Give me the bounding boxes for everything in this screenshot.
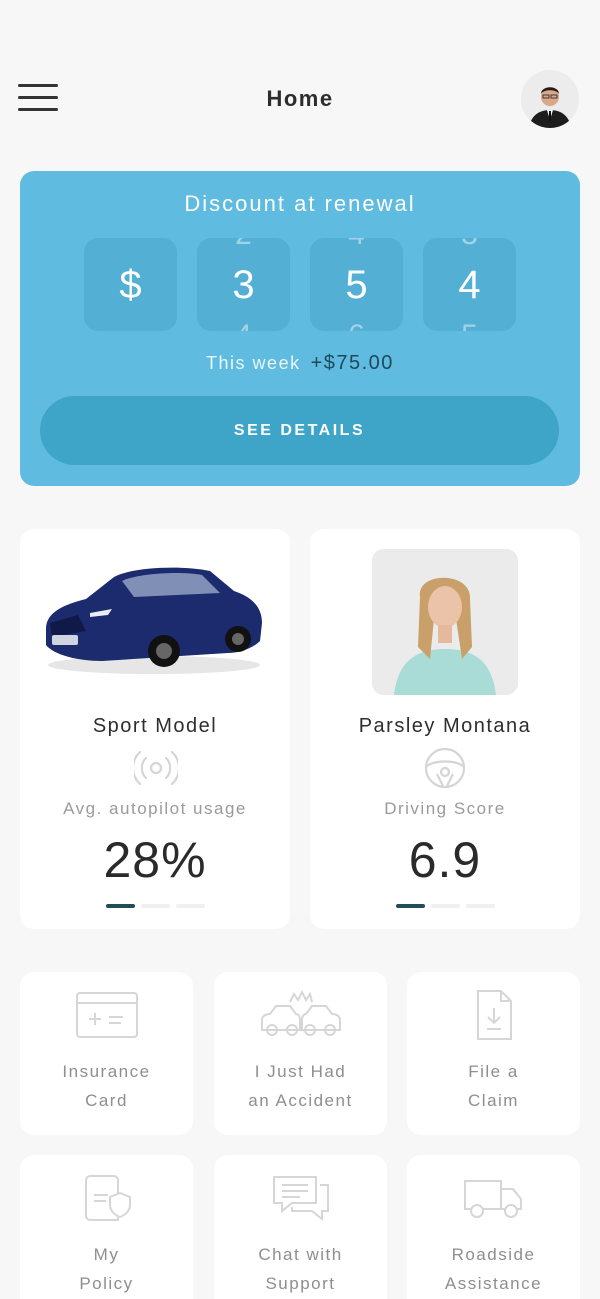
tile-label-line: Roadside [451,1245,536,1264]
stat-label: Avg. autopilot usage [63,799,247,818]
chat-support-tile[interactable]: Chat with Support [214,1155,387,1299]
chat-bubbles-icon [273,1176,329,1222]
steering-wheel-icon [424,747,466,789]
tile-label-line: Chat with [258,1245,343,1264]
tile-label-line: Claim [468,1091,519,1110]
see-details-button[interactable]: SEE DETAILS [40,396,559,465]
week-label: This week [206,353,301,373]
tile-label-line: an Accident [248,1091,353,1110]
tile-label-line: I Just Had [254,1062,347,1081]
digit-value: $ [119,263,142,307]
page-title: Home [266,86,334,111]
pager-dot [431,904,460,908]
vehicle-stat-card[interactable]: Sport Model Avg. autopilot usage 28% [20,529,290,929]
pager-dot-active [396,904,425,908]
tile-label: Insurance Card [20,1057,193,1115]
pager-dot [141,904,170,908]
tile-label-line: Policy [79,1274,134,1293]
tile-label: My Policy [20,1240,193,1298]
digit-value: 4 [458,263,481,307]
digit-below: 6 [310,321,403,332]
insurance-card-tile[interactable]: Insurance Card [20,972,193,1135]
digit-above: 4 [310,238,403,250]
digit-box-currency: $ [84,238,177,331]
pager-dots [396,904,496,908]
pager-dot-active [106,904,135,908]
digit-box-1: 2 3 4 [197,238,290,331]
driver-name: Parsley Montana [358,715,532,737]
digit-value: 3 [232,263,255,307]
digit-box-3: 3 4 5 [423,238,516,331]
stat-label: Driving Score [384,799,506,818]
tile-label-line: Support [265,1274,336,1293]
discount-title: Discount at renewal [184,191,416,216]
policy-shield-icon [85,1175,131,1221]
car-image [46,567,262,674]
week-value: +$75.00 [310,352,394,374]
stat-value: 6.9 [408,832,482,888]
tile-label-line: Insurance [62,1062,151,1081]
digit-above: 2 [197,238,290,250]
tile-label: Chat with Support [214,1240,387,1298]
tile-label-line: Card [85,1091,128,1110]
accident-tile[interactable]: I Just Had an Accident [214,972,387,1135]
discount-card: Discount at renewal $ 2 3 4 4 5 6 3 4 5 … [20,171,580,486]
driver-stat-card[interactable]: Parsley Montana Driving Score 6.9 [310,529,580,929]
vehicle-name: Sport Model [92,715,218,737]
tow-truck-icon [464,1180,522,1218]
digit-above: 3 [423,238,516,250]
app-header: Home [0,0,600,160]
user-avatar[interactable] [521,70,579,128]
my-policy-tile[interactable]: My Policy [20,1155,193,1299]
roadside-assistance-tile[interactable]: Roadside Assistance [407,1155,580,1299]
insurance-card-icon [76,992,138,1038]
autopilot-signal-icon [134,750,178,786]
tile-label: File a Claim [407,1057,580,1115]
file-claim-tile[interactable]: File a Claim [407,972,580,1135]
car-crash-icon [261,990,341,1036]
claim-document-icon [477,990,512,1040]
pager-dots [106,904,206,908]
pager-dot [176,904,205,908]
tile-label-line: Assistance [444,1274,543,1293]
digit-box-2: 4 5 6 [310,238,403,331]
tile-label-line: File a [468,1062,519,1081]
digit-below: 4 [197,321,290,332]
driver-photo [372,549,518,695]
digit-below: 5 [423,321,516,332]
tile-label-line: My [93,1245,120,1264]
tile-label: I Just Had an Accident [214,1057,387,1115]
tile-label: Roadside Assistance [407,1240,580,1298]
stat-value: 28% [103,832,207,888]
pager-dot [466,904,495,908]
digit-value: 5 [345,263,368,307]
weekly-change: This week +$75.00 [20,352,580,375]
